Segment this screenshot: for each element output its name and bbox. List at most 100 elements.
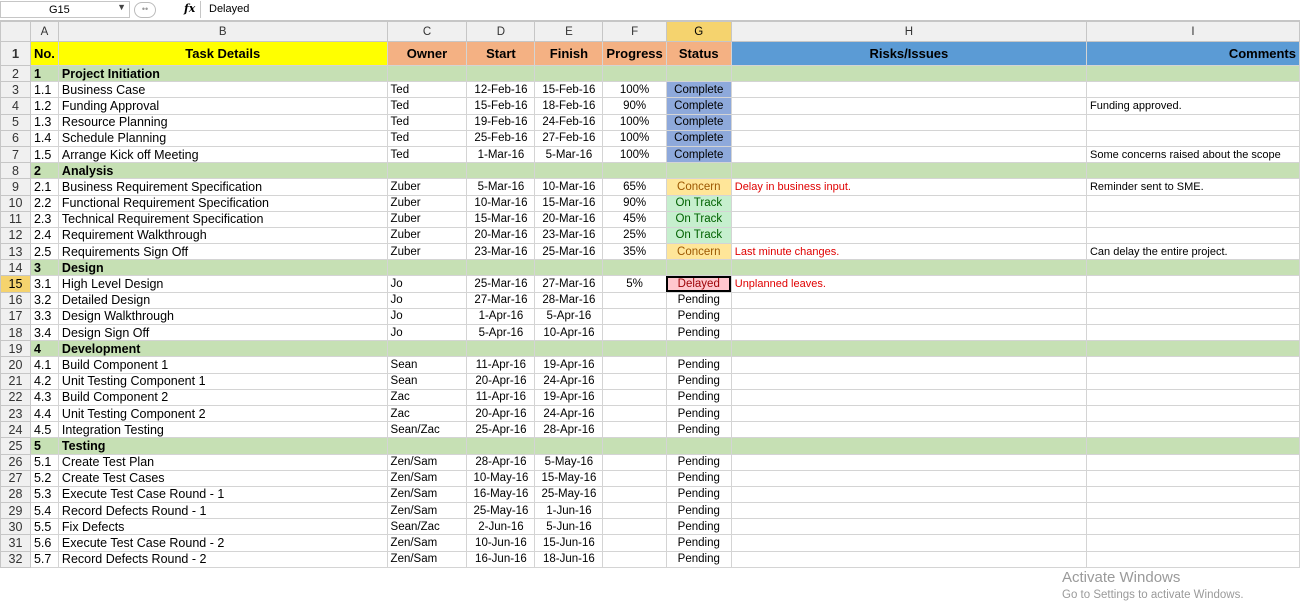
empty-cell[interactable] — [466, 437, 536, 455]
cell-no[interactable]: 3.3 — [29, 307, 59, 326]
cell-comment[interactable] — [1085, 372, 1300, 390]
row-header[interactable]: 1 — [0, 41, 31, 66]
cell-task[interactable]: Record Defects Round - 1 — [57, 502, 388, 520]
cell-start[interactable]: 20-Mar-16 — [466, 226, 536, 245]
cell-task[interactable]: Resource Planning — [57, 113, 388, 131]
column-header[interactable]: I — [1085, 21, 1300, 42]
cell-comment[interactable]: Funding approved. — [1085, 97, 1300, 115]
cell-status[interactable]: Pending — [665, 323, 732, 342]
cell-comment[interactable] — [1085, 226, 1300, 245]
cell-start[interactable]: 15-Feb-16 — [466, 97, 536, 115]
empty-cell[interactable] — [730, 259, 1087, 277]
cell-start[interactable]: 11-Apr-16 — [466, 356, 536, 374]
cell-risk[interactable] — [730, 502, 1087, 520]
cell-progress[interactable]: 100% — [602, 145, 667, 164]
cell-finish[interactable]: 24-Apr-16 — [534, 372, 604, 390]
cell-no[interactable]: 3 — [29, 259, 59, 277]
cell-owner[interactable]: Zac — [386, 404, 468, 423]
row-header[interactable]: 9 — [0, 178, 31, 196]
cell-risk[interactable] — [730, 291, 1087, 309]
empty-cell[interactable] — [665, 340, 732, 358]
cell-finish[interactable]: 25-May-16 — [534, 485, 604, 504]
empty-cell[interactable] — [730, 340, 1087, 358]
cell-status[interactable]: Pending — [665, 356, 732, 374]
cell-no[interactable]: 3.1 — [29, 275, 59, 293]
cell-comment[interactable] — [1085, 550, 1300, 568]
cell-finish[interactable]: 15-May-16 — [534, 469, 604, 487]
cell-risk[interactable] — [730, 356, 1087, 374]
cell-comment[interactable] — [1085, 307, 1300, 326]
cell-comment[interactable] — [1085, 388, 1300, 406]
cell-comment[interactable] — [1085, 404, 1300, 423]
cell-status[interactable]: Complete — [665, 129, 732, 147]
empty-cell[interactable] — [730, 437, 1087, 455]
cell-progress[interactable]: 90% — [602, 194, 667, 212]
cell-comment[interactable] — [1085, 129, 1300, 147]
row-header[interactable]: 32 — [0, 550, 31, 568]
row-header[interactable]: 12 — [0, 226, 31, 245]
cell-status[interactable]: Complete — [665, 81, 732, 99]
cell-start[interactable]: 20-Apr-16 — [466, 404, 536, 423]
cell-no[interactable]: 2.3 — [29, 210, 59, 228]
cell-task[interactable]: Create Test Plan — [57, 453, 388, 471]
cell-owner[interactable]: Zen/Sam — [386, 453, 468, 471]
row-header[interactable]: 31 — [0, 534, 31, 552]
cell-comment[interactable] — [1085, 421, 1300, 439]
cell-no[interactable]: 1.3 — [29, 113, 59, 131]
cell-owner[interactable]: Zen/Sam — [386, 534, 468, 552]
cell-start[interactable]: 25-May-16 — [466, 502, 536, 520]
cell-status[interactable]: Pending — [665, 502, 732, 520]
cell-no[interactable]: 1.2 — [29, 97, 59, 115]
cell-finish[interactable]: 15-Feb-16 — [534, 81, 604, 99]
cell-owner[interactable]: Sean — [386, 372, 468, 390]
cell-no[interactable]: 4.4 — [29, 404, 59, 423]
cell-finish[interactable]: 15-Mar-16 — [534, 194, 604, 212]
cell-owner[interactable]: Zuber — [386, 243, 468, 261]
cell-task[interactable]: Schedule Planning — [57, 129, 388, 147]
row-header[interactable]: 23 — [0, 404, 31, 423]
cell-task[interactable]: Detailed Design — [57, 291, 388, 309]
cell-task[interactable]: Design Sign Off — [57, 323, 388, 342]
cell-no[interactable]: 1 — [29, 64, 59, 83]
column-header[interactable]: B — [57, 21, 388, 42]
cell-no[interactable]: 2 — [29, 162, 59, 180]
cell-start[interactable]: 1-Apr-16 — [466, 307, 536, 326]
cell-owner[interactable]: Zen/Sam — [386, 502, 468, 520]
cell-progress[interactable] — [602, 550, 667, 568]
cell-progress[interactable]: 65% — [602, 178, 667, 196]
cell-risk[interactable] — [730, 194, 1087, 212]
cell-finish[interactable]: 1-Jun-16 — [534, 502, 604, 520]
cell-task[interactable]: Unit Testing Component 1 — [57, 372, 388, 390]
cell-owner[interactable]: Jo — [386, 275, 468, 293]
empty-cell[interactable] — [534, 259, 604, 277]
empty-cell[interactable] — [386, 437, 468, 455]
cell-start[interactable]: 2-Jun-16 — [466, 518, 536, 536]
cell-task[interactable]: Integration Testing — [57, 421, 388, 439]
cell-owner[interactable]: Ted — [386, 129, 468, 147]
cell-status[interactable]: Concern — [665, 243, 732, 261]
empty-cell[interactable] — [730, 64, 1087, 83]
row-header[interactable]: 27 — [0, 469, 31, 487]
cell-start[interactable]: 11-Apr-16 — [466, 388, 536, 406]
empty-cell[interactable] — [466, 259, 536, 277]
cell-risk[interactable] — [730, 550, 1087, 568]
cell-finish[interactable]: 23-Mar-16 — [534, 226, 604, 245]
cell-risk[interactable] — [730, 97, 1087, 115]
row-header[interactable]: 24 — [0, 421, 31, 439]
cell-risk[interactable]: Last minute changes. — [730, 243, 1087, 261]
cell-task[interactable]: Requirements Sign Off — [57, 243, 388, 261]
empty-cell[interactable] — [665, 162, 732, 180]
cell-status[interactable]: Pending — [665, 372, 732, 390]
cell-progress[interactable]: 45% — [602, 210, 667, 228]
cell-progress[interactable] — [602, 291, 667, 309]
cell-start[interactable]: 10-Mar-16 — [466, 194, 536, 212]
column-header[interactable]: G — [665, 21, 732, 42]
cell-progress[interactable] — [602, 518, 667, 536]
cell-start[interactable]: 12-Feb-16 — [466, 81, 536, 99]
formula-input[interactable]: Delayed — [200, 1, 1299, 18]
empty-cell[interactable] — [534, 340, 604, 358]
row-header[interactable]: 14 — [0, 259, 31, 277]
cell-task[interactable]: Business Case — [57, 81, 388, 99]
column-header[interactable]: E — [534, 21, 604, 42]
cell-no[interactable]: 2.4 — [29, 226, 59, 245]
